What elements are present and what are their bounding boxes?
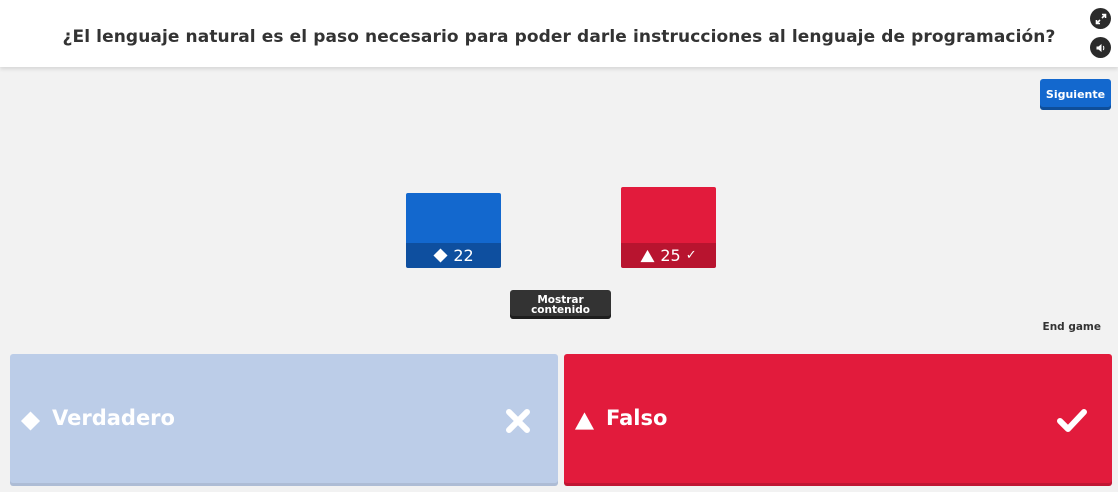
- result-bar-fill: [621, 187, 716, 243]
- result-count: 25: [660, 246, 681, 265]
- next-button[interactable]: Siguiente: [1040, 79, 1111, 110]
- result-bar-footer: 25 ✓: [621, 243, 716, 268]
- show-content-button[interactable]: Mostrar contenido: [510, 290, 611, 319]
- speaker-icon: [1096, 43, 1104, 52]
- triangle-icon: [574, 410, 595, 431]
- fullscreen-button[interactable]: [1090, 8, 1111, 29]
- correct-check-icon: ✓: [685, 248, 697, 263]
- expand-icon: [1095, 13, 1106, 24]
- end-game-link[interactable]: End game: [1043, 321, 1101, 333]
- result-bar-footer: 22: [406, 243, 501, 268]
- question-header: ¿El lenguaje natural es el paso necesari…: [0, 0, 1118, 67]
- result-count: 22: [453, 246, 474, 265]
- answer-falso: Falso: [564, 354, 1112, 486]
- cross-icon: [503, 406, 533, 436]
- triangle-icon: [640, 249, 655, 262]
- diamond-icon: [20, 410, 41, 431]
- check-icon: [1057, 406, 1087, 436]
- sound-button[interactable]: [1090, 37, 1111, 58]
- answer-verdadero: Verdadero: [10, 354, 558, 486]
- result-bar-diamond: 22: [406, 193, 501, 268]
- diamond-icon: [433, 248, 448, 263]
- result-bar-fill: [406, 193, 501, 243]
- answer-label: Falso: [606, 406, 668, 430]
- answer-label: Verdadero: [52, 406, 175, 430]
- result-bar-triangle: 25 ✓: [621, 187, 716, 268]
- question-text: ¿El lenguaje natural es el paso necesari…: [62, 27, 1056, 47]
